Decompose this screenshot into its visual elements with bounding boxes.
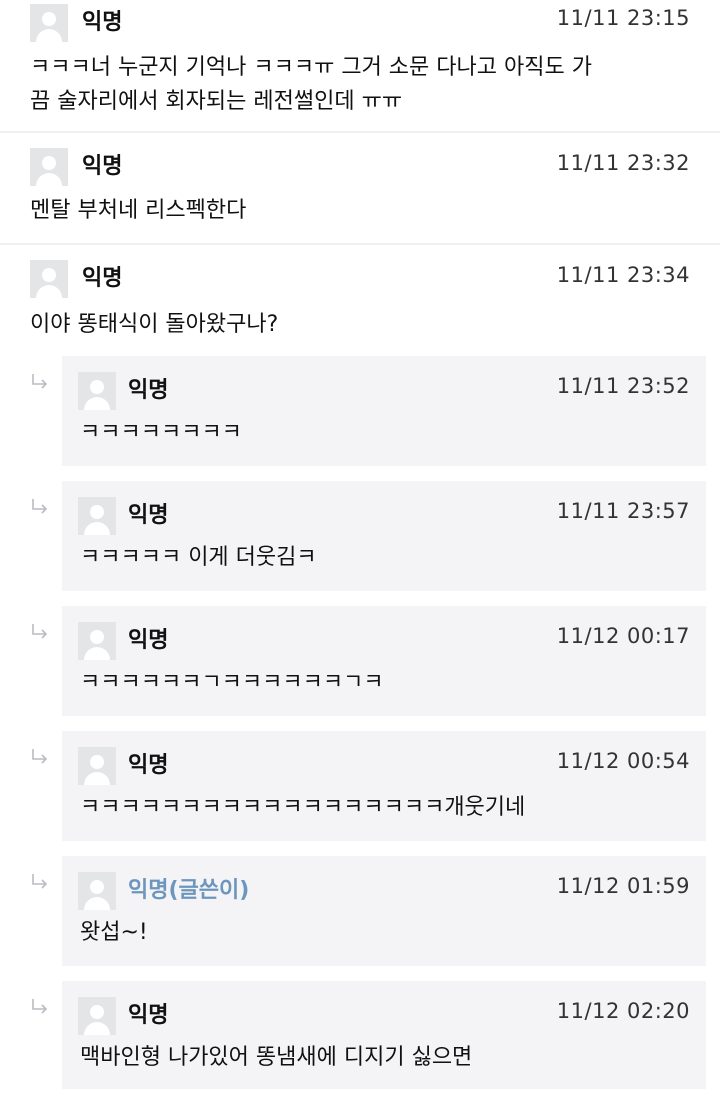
comment-text-content: ㅋㅋㅋ너 누군지 기억나 ㅋㅋㅋㅠ 그거 소문 다나고 아직도 가 끔 술자리에… xyxy=(30,55,592,114)
reply-item[interactable]: 익명 11/11 23:52 ㅋㅋㅋㅋㅋㅋㅋㅋ xyxy=(62,356,706,466)
comment-author: 익명 xyxy=(82,266,123,291)
reply-timestamp: 11/11 23:52 xyxy=(556,374,690,398)
avatar xyxy=(30,260,68,298)
reply-text: 왓섭~! xyxy=(80,920,148,945)
avatar xyxy=(78,497,116,535)
reply-arrow-icon xyxy=(32,749,48,764)
reply-text: ㅋㅋㅋㅋㅋㅋㅋㅋ xyxy=(80,420,242,445)
reply-author: 익명 xyxy=(128,1003,169,1028)
comment-timestamp: 11/11 23:32 xyxy=(556,151,690,175)
reply-arrow-icon xyxy=(32,499,48,514)
reply-author: 익명 xyxy=(128,628,169,653)
comment-text: 이야 똥태식이 돌아왔구나? xyxy=(30,312,279,337)
avatar xyxy=(30,4,68,42)
reply-author-op: 익명(글쓴이) xyxy=(128,878,250,903)
reply-text: 맥바인형 나가있어 똥냄새에 디지기 싫으면 xyxy=(80,1045,473,1070)
avatar xyxy=(78,872,116,910)
comment-timestamp: 11/11 23:15 xyxy=(556,6,690,30)
reply-text: ㅋㅋㅋㅋㅋ 이게 더웃김ㅋ xyxy=(80,545,317,570)
reply-arrow-icon xyxy=(32,874,48,889)
reply-timestamp: 11/12 00:17 xyxy=(556,624,690,648)
reply-text: ㅋㅋㅋㅋㅋㅋㄱㅋㅋㅋㅋㅋㅋㄱㅋ xyxy=(80,670,384,695)
reply-arrow-icon xyxy=(32,374,48,389)
comment-text: ㅋㅋㅋ너 누군지 기억나 ㅋㅋㅋㅠ 그거 소문 다나고 아직도 가 끔 술자리에… xyxy=(30,51,690,119)
comment-author: 익명 xyxy=(82,154,123,179)
reply-item[interactable]: 익명 11/12 02:20 맥바인형 나가있어 똥냄새에 디지기 싫으면 xyxy=(62,981,706,1089)
reply-item[interactable]: 익명 11/11 23:57 ㅋㅋㅋㅋㅋ 이게 더웃김ㅋ xyxy=(62,481,706,591)
reply-timestamp: 11/11 23:57 xyxy=(556,499,690,523)
comment[interactable]: 익명 11/11 23:32 멘탈 부처네 리스펙한다 xyxy=(0,133,720,243)
comment[interactable]: 익명 11/11 23:15 ㅋㅋㅋ너 누군지 기억나 ㅋㅋㅋㅠ 그거 소문 다… xyxy=(0,0,720,130)
avatar xyxy=(78,372,116,410)
reply-timestamp: 11/12 00:54 xyxy=(556,749,690,773)
comment-text: 멘탈 부처네 리스펙한다 xyxy=(30,198,247,223)
reply-timestamp: 11/12 02:20 xyxy=(556,999,690,1023)
reply-arrow-icon xyxy=(32,624,48,639)
avatar xyxy=(78,622,116,660)
comment-author: 익명 xyxy=(82,10,123,35)
reply-item[interactable]: 익명(글쓴이) 11/12 01:59 왓섭~! xyxy=(62,856,706,966)
reply-author: 익명 xyxy=(128,753,169,778)
avatar xyxy=(78,747,116,785)
reply-text: ㅋㅋㅋㅋㅋㅋㅋㅋㅋㅋㅋㅋㅋㅋㅋㅋㅋㅋ개웃기네 xyxy=(80,795,526,820)
avatar xyxy=(78,997,116,1035)
reply-item[interactable]: 익명 11/12 00:17 ㅋㅋㅋㅋㅋㅋㄱㅋㅋㅋㅋㅋㅋㄱㅋ xyxy=(62,606,706,716)
reply-timestamp: 11/12 01:59 xyxy=(556,874,690,898)
comment[interactable]: 익명 11/11 23:34 이야 똥태식이 돌아왔구나? xyxy=(0,245,720,350)
reply-author: 익명 xyxy=(128,378,169,403)
reply-author: 익명 xyxy=(128,503,169,528)
reply-arrow-icon xyxy=(32,999,48,1014)
reply-item[interactable]: 익명 11/12 00:54 ㅋㅋㅋㅋㅋㅋㅋㅋㅋㅋㅋㅋㅋㅋㅋㅋㅋㅋ개웃기네 xyxy=(62,731,706,841)
avatar xyxy=(30,148,68,186)
comment-timestamp: 11/11 23:34 xyxy=(556,263,690,287)
